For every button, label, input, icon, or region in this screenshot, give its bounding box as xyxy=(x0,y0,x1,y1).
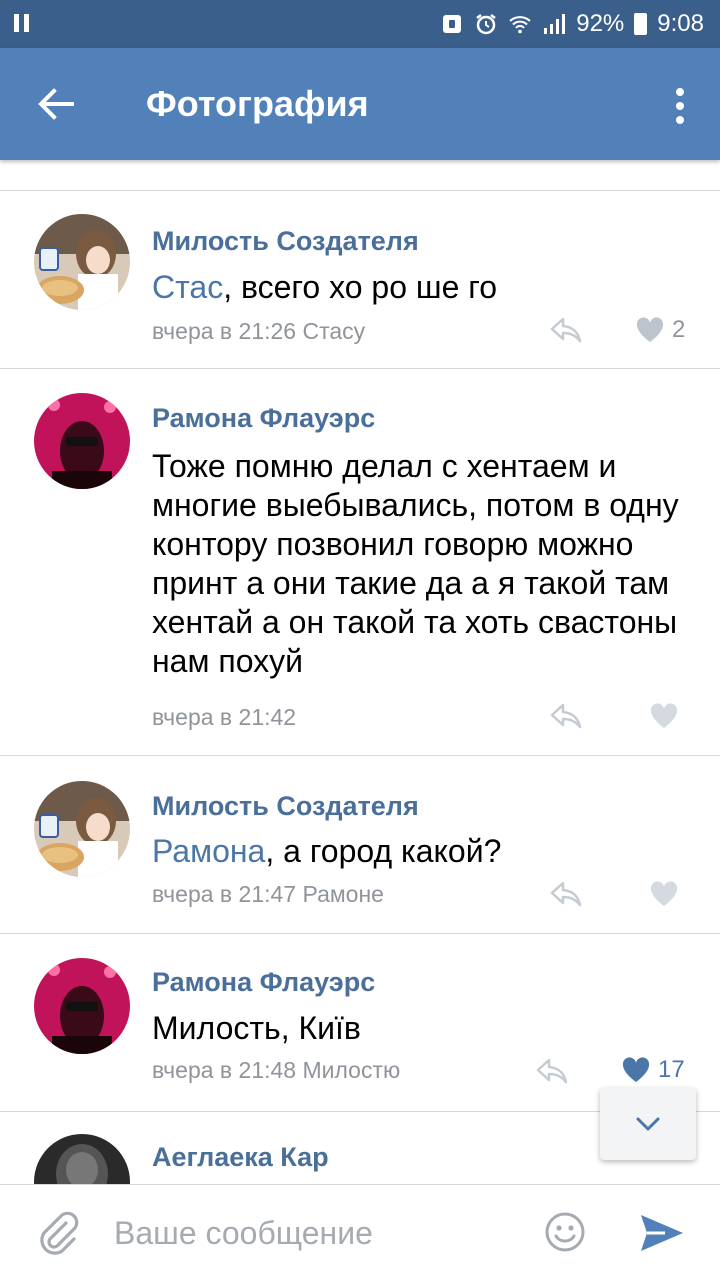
message-composer xyxy=(0,1184,720,1280)
status-bar: 92% 9:08 xyxy=(0,0,720,48)
comment-body: , а город какой? xyxy=(265,833,502,869)
avatar-image xyxy=(34,1134,130,1184)
avatar-image xyxy=(34,393,130,489)
comment: Милость Создателя Рамона, а город какой?… xyxy=(0,756,720,933)
avatar[interactable] xyxy=(34,781,130,877)
reply-icon[interactable] xyxy=(550,317,582,343)
silent-icon xyxy=(443,15,462,33)
mention-link[interactable]: Стас xyxy=(152,269,223,305)
reply-icon[interactable] xyxy=(550,881,582,907)
page-title: Фотография xyxy=(146,83,369,124)
like-button[interactable]: 2 xyxy=(636,315,685,345)
comment-text: Стас, всего хо ро ше го xyxy=(152,268,692,307)
clock: 9:08 xyxy=(657,10,704,37)
comments-feed[interactable]: Милость Создателя Стас, всего хо ро ше г… xyxy=(0,160,720,1184)
comment-body: , всего хо ро ше го xyxy=(223,269,498,305)
status-icons: 92% 9:08 xyxy=(440,10,704,38)
battery-icon xyxy=(634,13,648,35)
like-button[interactable]: 17 xyxy=(622,1055,685,1085)
battery-percent: 92% xyxy=(576,10,625,37)
heart-icon xyxy=(650,703,678,728)
comment: Милость Создателя Стас, всего хо ро ше г… xyxy=(0,191,720,368)
mention-link[interactable]: Рамона xyxy=(152,833,265,869)
avatar-image xyxy=(34,214,130,310)
avatar[interactable] xyxy=(34,958,130,1054)
heart-icon xyxy=(622,1057,650,1082)
avatar-image xyxy=(34,781,130,877)
avatar[interactable] xyxy=(34,1134,130,1184)
comment-author[interactable]: Милость Создателя xyxy=(152,225,419,257)
comment-author[interactable]: Рамона Флауэрс xyxy=(152,402,375,434)
reply-icon[interactable] xyxy=(550,703,582,729)
heart-icon xyxy=(650,881,678,906)
comment: Рамона Флауэрс Тоже помню делал с хентае… xyxy=(0,369,720,755)
attach-button[interactable] xyxy=(36,1209,80,1257)
comment-author[interactable]: Аеглаека Кар xyxy=(152,1141,329,1173)
avatar-image xyxy=(34,958,130,1054)
send-icon xyxy=(641,1215,683,1251)
wifi-icon xyxy=(509,16,531,34)
like-button[interactable] xyxy=(650,879,686,909)
arrow-left-icon xyxy=(38,88,74,120)
like-count: 2 xyxy=(672,316,686,343)
emoji-button[interactable] xyxy=(544,1211,586,1253)
like-count: 17 xyxy=(658,1056,685,1083)
comment-meta: вчера в 21:47 Рамоне xyxy=(152,881,384,907)
chevron-down-icon xyxy=(636,1117,660,1131)
comment-meta: вчера в 21:26 Стасу xyxy=(152,318,366,344)
reply-icon[interactable] xyxy=(536,1058,568,1084)
comment-author[interactable]: Милость Создателя xyxy=(152,790,419,822)
smile-icon xyxy=(545,1212,585,1252)
comment-author[interactable]: Рамона Флауэрс xyxy=(152,966,375,998)
comment-meta: вчера в 21:48 Милостю xyxy=(152,1057,401,1083)
send-button[interactable] xyxy=(638,1211,686,1255)
heart-icon xyxy=(636,317,664,342)
app-bar: Фотография xyxy=(0,48,720,160)
signal-icon xyxy=(544,14,566,34)
comment: Рамона Флауэрс Милость, Київ вчера в 21:… xyxy=(0,934,720,1111)
paperclip-icon xyxy=(40,1211,79,1255)
comment-text: Рамона, а город какой? xyxy=(152,832,692,871)
avatar[interactable] xyxy=(34,214,130,310)
comment-text: Тоже помню делал с хентаем и многие выеб… xyxy=(152,448,679,679)
back-button[interactable] xyxy=(28,76,84,132)
comment-text: Милость, Київ xyxy=(152,1010,361,1046)
scroll-down-button[interactable] xyxy=(600,1088,696,1160)
message-input[interactable] xyxy=(114,1207,514,1259)
alarm-icon xyxy=(476,14,496,35)
like-button[interactable] xyxy=(650,701,686,731)
comment-meta: вчера в 21:42 xyxy=(152,704,297,730)
avatar[interactable] xyxy=(34,393,130,489)
more-vertical-icon[interactable] xyxy=(662,78,698,134)
pause-icon xyxy=(14,14,32,32)
